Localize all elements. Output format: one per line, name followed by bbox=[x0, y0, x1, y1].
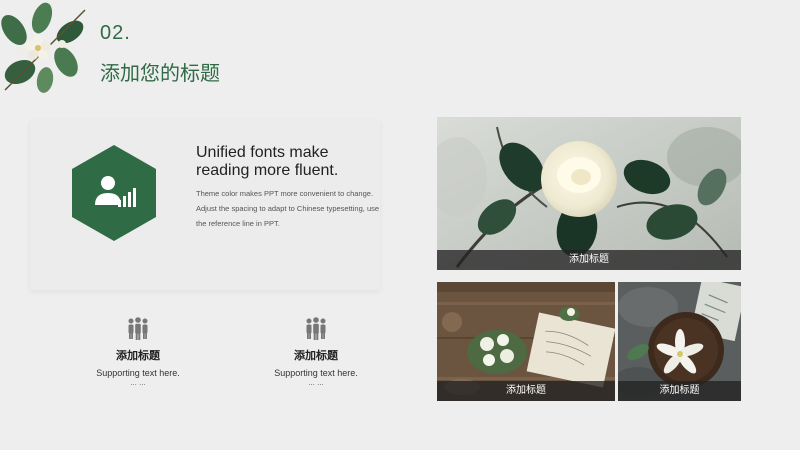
photo-caption: 添加标题 bbox=[437, 381, 615, 401]
photo-caption: 添加标题 bbox=[437, 250, 741, 270]
floral-decoration-icon bbox=[1, 2, 86, 93]
slide-title: 添加您的标题 bbox=[100, 61, 220, 85]
group-people-icon bbox=[306, 317, 326, 340]
card-body-line: Theme color makes PPT more convenient to… bbox=[196, 189, 374, 198]
feature-title: 添加标题 bbox=[116, 349, 160, 362]
group-people-icon bbox=[128, 317, 148, 340]
feature-text: Supporting text here. bbox=[274, 368, 358, 378]
camellia-photo-image bbox=[437, 117, 741, 270]
feature-item: 添加标题 Supporting text here. ... ... bbox=[241, 316, 391, 388]
slide-number: 02. bbox=[100, 22, 131, 44]
card-heading: Unified fonts make reading more fluent. bbox=[196, 144, 339, 179]
card-body-line: Adjust the spacing to adapt to Chinese t… bbox=[196, 204, 380, 228]
card-body: Theme color makes PPT more convenient to… bbox=[196, 186, 386, 231]
photo-tile-wood-table: 添加标题 bbox=[437, 282, 615, 401]
photo-tile-camellia: 添加标题 bbox=[437, 117, 741, 270]
feature-ellipsis: ... ... bbox=[130, 378, 146, 387]
feature-text: Supporting text here. bbox=[96, 368, 180, 378]
feature-title: 添加标题 bbox=[294, 349, 338, 362]
feature-ellipsis: ... ... bbox=[308, 378, 324, 387]
photo-caption: 添加标题 bbox=[618, 381, 741, 401]
feature-item: 添加标题 Supporting text here. ... ... bbox=[63, 316, 213, 388]
photo-tile-lily-bowl: 添加标题 bbox=[618, 282, 741, 401]
user-chart-icon bbox=[72, 145, 156, 241]
